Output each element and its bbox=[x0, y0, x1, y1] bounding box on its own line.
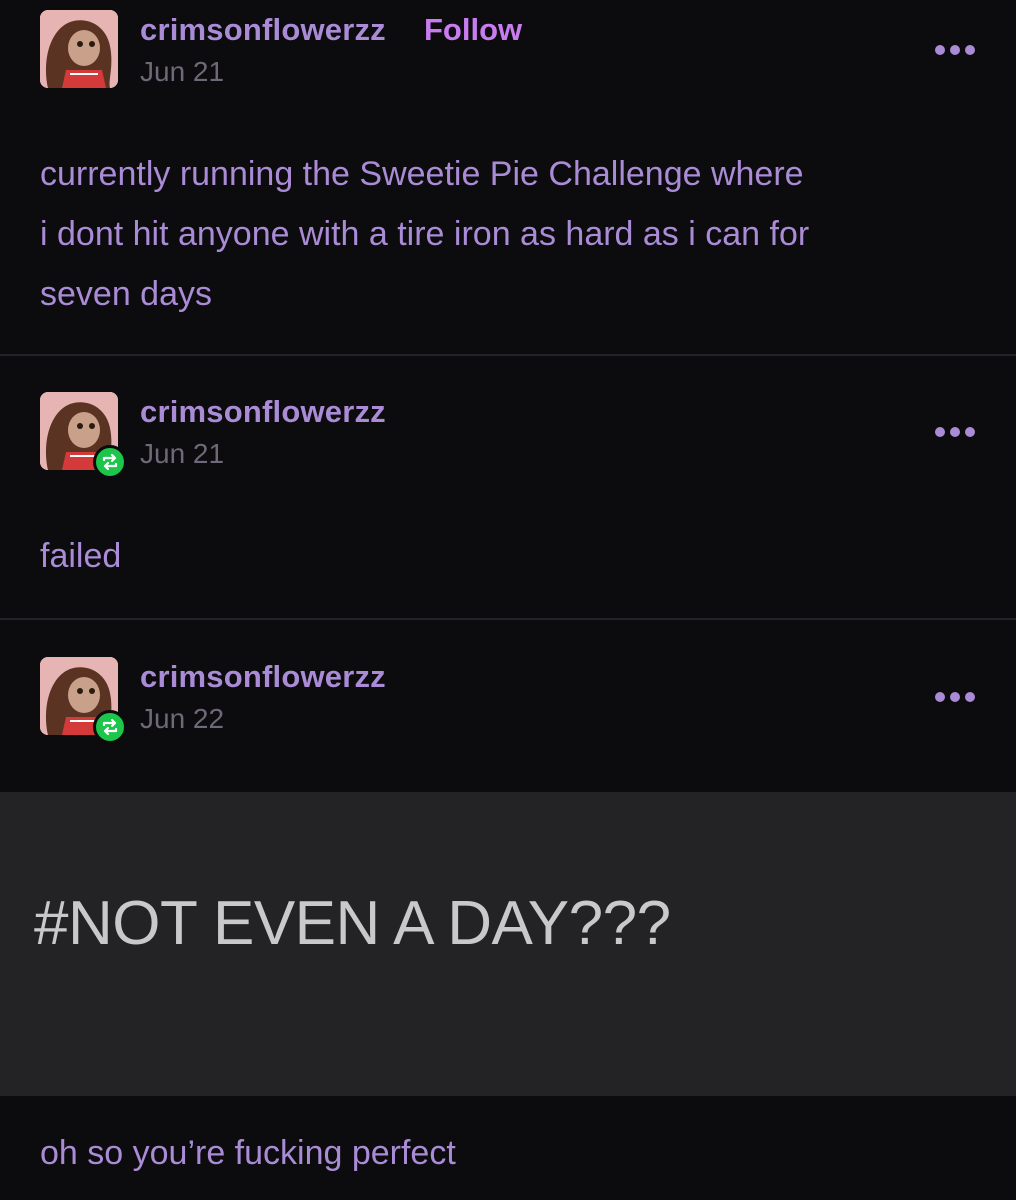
post-header: crimsonflowerzz Follow Jun 21 bbox=[0, 0, 1016, 100]
username[interactable]: crimsonflowerzz bbox=[140, 394, 386, 430]
reblog-icon bbox=[93, 710, 127, 744]
follow-button[interactable]: Follow bbox=[424, 12, 522, 48]
post-date: Jun 21 bbox=[140, 438, 225, 469]
post-body: failed bbox=[40, 537, 122, 575]
post-body-line: seven days bbox=[40, 275, 212, 313]
post-body: currently running the Sweetie Pie Challe… bbox=[40, 144, 970, 324]
post-body-line: currently running the Sweetie Pie Challe… bbox=[40, 155, 804, 193]
more-options-icon[interactable] bbox=[930, 36, 980, 66]
post-header: crimsonflowerzz Jun 21 bbox=[0, 382, 1016, 482]
username[interactable]: crimsonflowerzz bbox=[140, 659, 386, 695]
divider bbox=[0, 618, 1016, 620]
reply-text: oh so you’re fucking perfect bbox=[40, 1134, 456, 1172]
post-body-line: i dont hit anyone with a tire iron as ha… bbox=[40, 215, 810, 253]
post-date: Jun 21 bbox=[140, 56, 225, 87]
post-tag[interactable]: #NOT EVEN A DAY??? bbox=[34, 888, 671, 959]
post-reblog-1: crimsonflowerzz Jun 21 failed bbox=[0, 382, 1016, 618]
post-header: crimsonflowerzz Jun 22 bbox=[0, 647, 1016, 747]
post-reblog-2: crimsonflowerzz Jun 22 bbox=[0, 647, 1016, 787]
post-original: crimsonflowerzz Follow Jun 21 currently … bbox=[0, 0, 1016, 355]
avatar[interactable] bbox=[40, 10, 118, 88]
post-date: Jun 22 bbox=[140, 703, 225, 734]
more-options-icon[interactable] bbox=[930, 418, 980, 448]
tag-panel: #NOT EVEN A DAY??? bbox=[0, 792, 1016, 1096]
more-options-icon[interactable] bbox=[930, 683, 980, 713]
reblog-icon bbox=[93, 445, 127, 479]
username[interactable]: crimsonflowerzz bbox=[140, 12, 386, 48]
divider bbox=[0, 354, 1016, 356]
